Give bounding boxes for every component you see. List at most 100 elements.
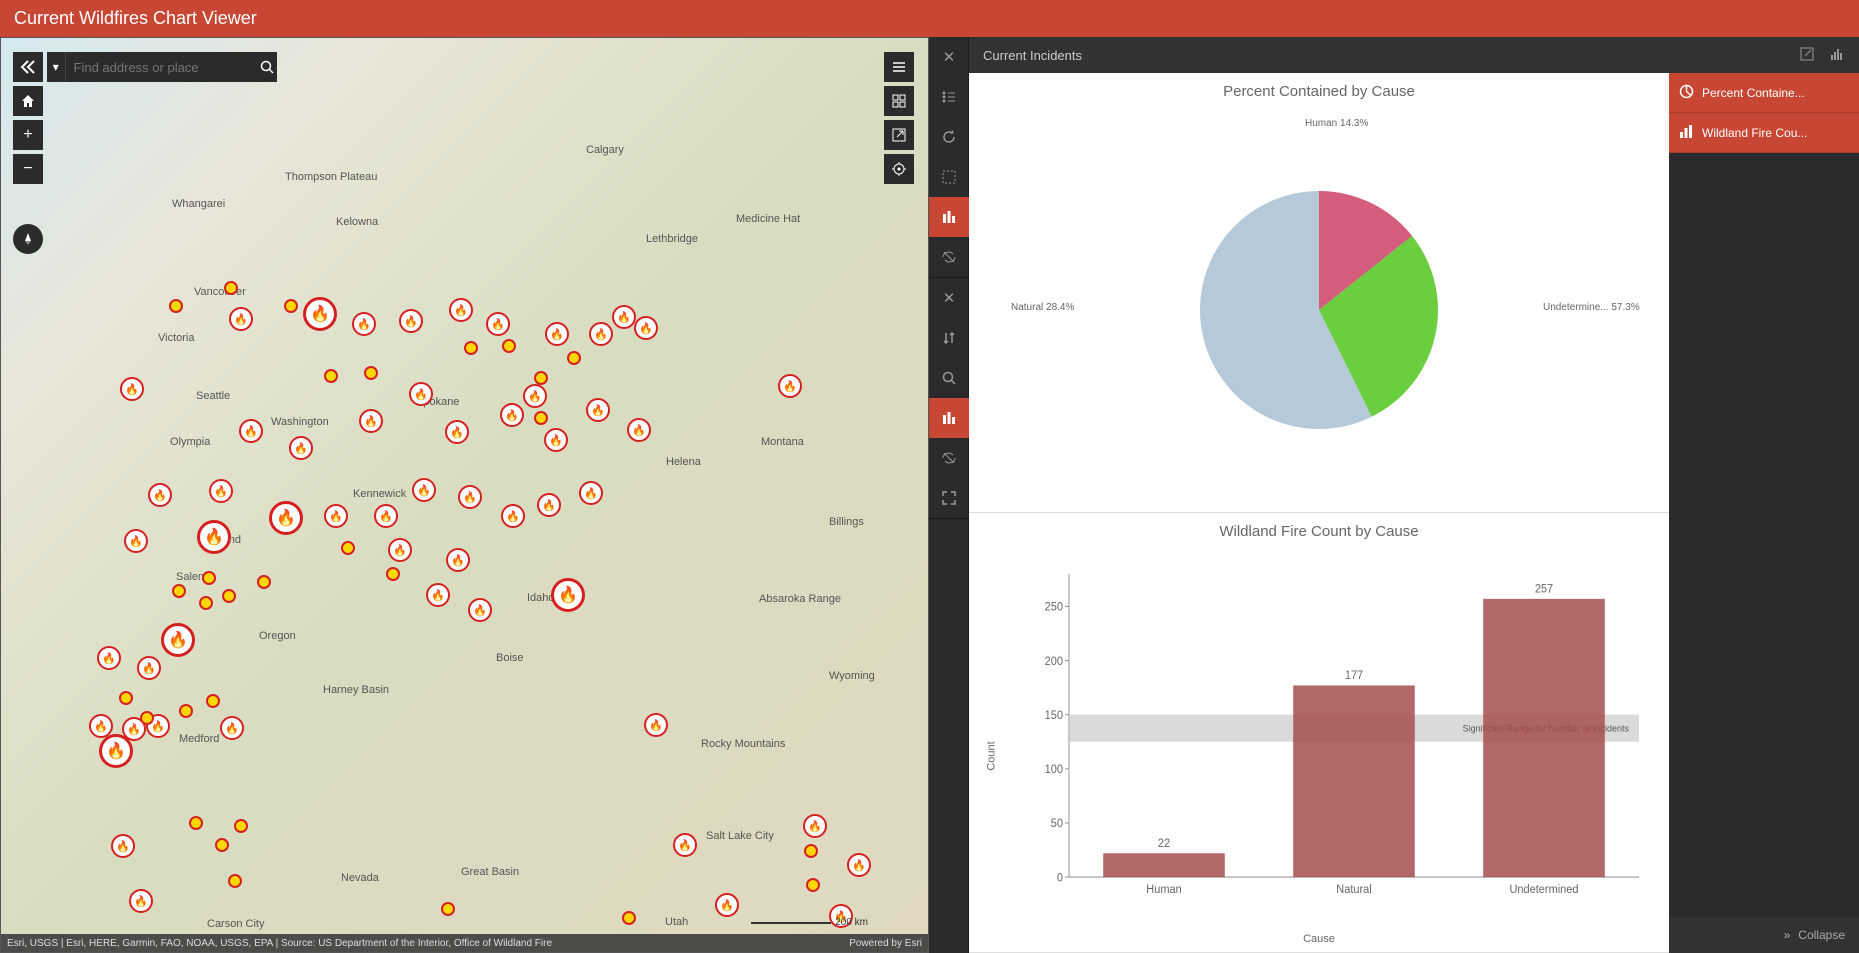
expand-charts-icon[interactable] [1799,46,1815,65]
fire-icon[interactable] [441,902,455,916]
fire-icon[interactable] [257,575,271,589]
close-chart-button-2[interactable]: ✕ [929,278,969,318]
back-button[interactable] [13,52,43,82]
fire-icon[interactable]: 🔥 [409,382,433,406]
fire-icon[interactable]: 🔥 [209,479,233,503]
fire-icon[interactable]: 🔥 [612,305,636,329]
chart-settings-icon[interactable] [1829,46,1845,65]
bar[interactable] [1293,685,1415,877]
fire-icon[interactable]: 🔥 [388,538,412,562]
fire-icon[interactable]: 🔥 [161,623,195,657]
fire-icon[interactable]: 🔥 [847,853,871,877]
fire-icon[interactable] [222,589,236,603]
close-chart-button[interactable]: ✕ [929,37,969,77]
expand-button[interactable] [929,478,969,518]
fire-icon[interactable] [502,339,516,353]
fire-icon[interactable]: 🔥 [803,814,827,838]
rotate-button[interactable] [929,117,969,157]
fire-icon[interactable]: 🔥 [537,493,561,517]
fire-icon[interactable] [202,571,216,585]
fire-icon[interactable]: 🔥 [445,420,469,444]
fire-icon[interactable] [806,878,820,892]
bar-chart-canvas[interactable]: 050100150200250Significant Range for Num… [1029,558,1649,909]
fire-icon[interactable]: 🔥 [458,485,482,509]
fire-icon[interactable]: 🔥 [644,713,668,737]
fire-icon[interactable]: 🔥 [589,322,613,346]
fire-icon[interactable] [464,341,478,355]
fire-icon[interactable]: 🔥 [303,297,337,331]
fire-icon[interactable]: 🔥 [426,583,450,607]
fire-icon[interactable]: 🔥 [715,893,739,917]
fire-icon[interactable] [179,704,193,718]
home-button[interactable] [13,86,43,116]
fire-icon[interactable] [224,281,238,295]
fire-icon[interactable] [199,596,213,610]
bar[interactable] [1483,599,1605,877]
fire-icon[interactable]: 🔥 [148,483,172,507]
chart-panel-item[interactable]: Wildland Fire Cou... [1669,113,1859,153]
fire-icon[interactable] [534,371,548,385]
fire-icon[interactable]: 🔥 [586,398,610,422]
search-input[interactable] [66,60,258,75]
fire-icon[interactable] [119,691,133,705]
zoom-in-button[interactable]: + [13,120,43,150]
zoom-out-button[interactable]: − [13,154,43,184]
zoom-chart-button[interactable] [929,358,969,398]
fire-icon[interactable]: 🔥 [220,716,244,740]
fire-icon[interactable]: 🔥 [89,714,113,738]
filter-extent-button[interactable] [929,157,969,197]
fire-icon[interactable]: 🔥 [551,578,585,612]
basemap-button[interactable] [884,86,914,116]
fire-icon[interactable]: 🔥 [673,833,697,857]
fire-icon[interactable]: 🔥 [545,322,569,346]
fire-icon[interactable]: 🔥 [289,436,313,460]
clear-selection-button[interactable] [929,237,969,277]
fire-icon[interactable] [169,299,183,313]
fire-icon[interactable]: 🔥 [269,501,303,535]
fire-icon[interactable]: 🔥 [120,377,144,401]
legend-button[interactable] [884,52,914,82]
fire-icon[interactable] [364,366,378,380]
fire-icon[interactable] [386,567,400,581]
fire-icon[interactable]: 🔥 [239,419,263,443]
share-button[interactable] [884,120,914,150]
fire-icon[interactable]: 🔥 [778,374,802,398]
selection-button-2[interactable] [929,398,969,438]
chart-panel-item[interactable]: Percent Containe... [1669,73,1859,113]
search-source-dropdown[interactable]: ▾ [47,52,66,82]
fire-icon[interactable]: 🔥 [129,889,153,913]
fire-icon[interactable]: 🔥 [197,520,231,554]
fire-icon[interactable] [622,911,636,925]
fire-icon[interactable]: 🔥 [352,312,376,336]
locate-button[interactable] [884,154,914,184]
fire-icon[interactable] [534,411,548,425]
fire-icon[interactable]: 🔥 [412,478,436,502]
search-button[interactable] [258,52,277,82]
fire-icon[interactable]: 🔥 [446,548,470,572]
pie-chart-canvas[interactable] [1179,170,1459,450]
sort-button[interactable] [929,318,969,358]
compass-button[interactable] [13,224,43,254]
fire-icon[interactable]: 🔥 [500,403,524,427]
fire-icon[interactable]: 🔥 [229,307,253,331]
fire-icon[interactable]: 🔥 [359,409,383,433]
fire-icon[interactable]: 🔥 [374,504,398,528]
legend-toggle-button[interactable] [929,77,969,117]
fire-icon[interactable] [284,299,298,313]
fire-icon[interactable]: 🔥 [634,316,658,340]
fire-icon[interactable] [324,369,338,383]
clear-selection-button-2[interactable] [929,438,969,478]
fire-icon[interactable]: 🔥 [468,598,492,622]
fire-icon[interactable]: 🔥 [486,312,510,336]
fire-icon[interactable] [341,541,355,555]
bar[interactable] [1103,853,1225,877]
fire-icon[interactable]: 🔥 [544,428,568,452]
collapse-panel-button[interactable]: » Collapse [1669,917,1859,953]
fire-icon[interactable]: 🔥 [111,834,135,858]
fire-icon[interactable]: 🔥 [399,309,423,333]
map[interactable]: + − ▾ [0,37,929,953]
fire-icon[interactable]: 🔥 [579,481,603,505]
fire-icon[interactable] [189,816,203,830]
fire-icon[interactable] [228,874,242,888]
fire-icon[interactable]: 🔥 [137,656,161,680]
